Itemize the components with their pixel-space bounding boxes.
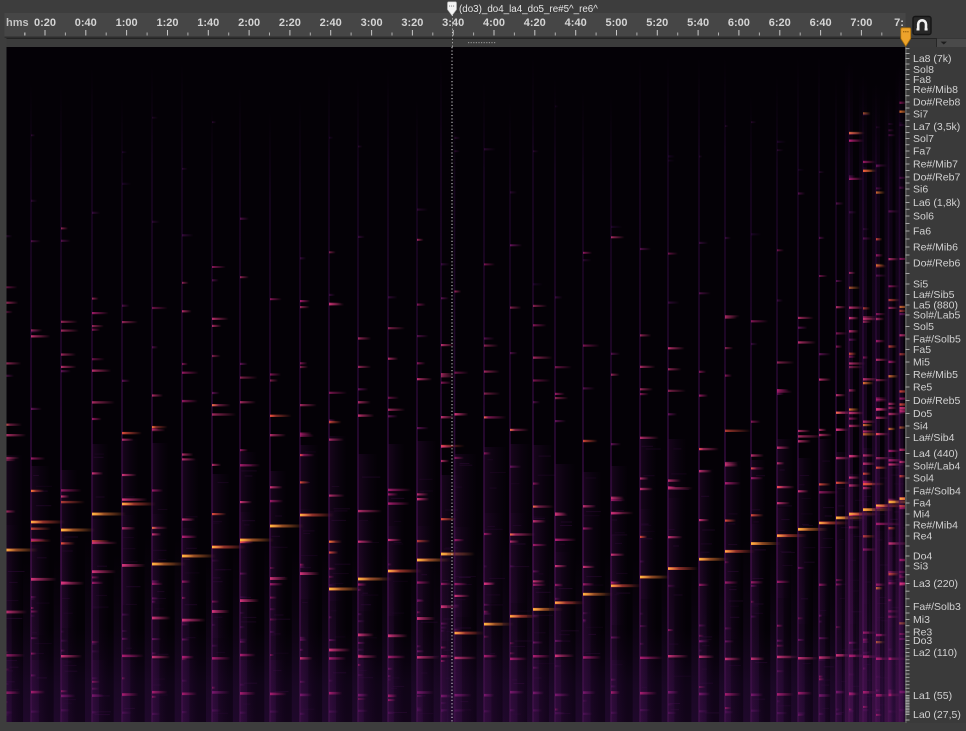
svg-text:Fa#/Solb3: Fa#/Solb3 [913, 601, 961, 613]
svg-text:7:: 7: [894, 17, 904, 29]
svg-text:3:40: 3:40 [442, 17, 464, 29]
svg-text:2:00: 2:00 [238, 17, 260, 29]
svg-text:Re#/Mib5: Re#/Mib5 [913, 369, 958, 381]
svg-text:Do5: Do5 [913, 408, 932, 420]
svg-text:Fa7: Fa7 [913, 146, 931, 158]
svg-text:La4 (440): La4 (440) [913, 448, 958, 460]
svg-text:3:20: 3:20 [401, 17, 423, 29]
svg-text:4:20: 4:20 [524, 17, 546, 29]
svg-text:Sol#/Lab4: Sol#/Lab4 [913, 461, 960, 473]
svg-text:7:00: 7:00 [850, 17, 872, 29]
svg-text:0:40: 0:40 [75, 17, 97, 29]
svg-text:La1 (55): La1 (55) [913, 690, 952, 702]
svg-text:Mi3: Mi3 [913, 614, 930, 626]
svg-text:1:40: 1:40 [197, 17, 219, 29]
svg-text:Sol4: Sol4 [913, 473, 934, 485]
svg-text:0:20: 0:20 [34, 17, 56, 29]
svg-text:3:00: 3:00 [361, 17, 383, 29]
svg-text:Mi5: Mi5 [913, 357, 930, 369]
svg-text:La3 (220): La3 (220) [913, 578, 958, 590]
svg-text:6:00: 6:00 [728, 17, 750, 29]
svg-text:Fa5: Fa5 [913, 344, 931, 356]
svg-text:La7 (3,5k): La7 (3,5k) [913, 121, 960, 133]
svg-text:Si4: Si4 [913, 421, 928, 433]
svg-text:Sol7: Sol7 [913, 133, 934, 145]
svg-text:La0 (27,5): La0 (27,5) [913, 709, 961, 721]
svg-text:Si7: Si7 [913, 109, 928, 121]
svg-text:Fa#/Solb4: Fa#/Solb4 [913, 486, 961, 498]
svg-text:Do#/Reb7: Do#/Reb7 [913, 172, 960, 184]
svg-text:6:40: 6:40 [810, 17, 832, 29]
svg-text:Re5: Re5 [913, 382, 932, 394]
svg-text:La6 (1,8k): La6 (1,8k) [913, 197, 960, 209]
svg-text:4:00: 4:00 [483, 17, 505, 29]
svg-text:Do3: Do3 [913, 635, 932, 647]
svg-text:5:40: 5:40 [687, 17, 709, 29]
svg-text:La2 (110): La2 (110) [913, 647, 957, 659]
svg-text:Fa6: Fa6 [913, 226, 931, 238]
svg-text:Sol5: Sol5 [913, 321, 934, 333]
svg-text:1:20: 1:20 [156, 17, 178, 29]
svg-text:Si3: Si3 [913, 561, 928, 573]
svg-text:Re#/Mib6: Re#/Mib6 [913, 242, 958, 254]
svg-text:5:00: 5:00 [605, 17, 627, 29]
svg-text:Sol#/Lab5: Sol#/Lab5 [913, 310, 960, 322]
svg-text:Sol6: Sol6 [913, 211, 934, 223]
svg-text:1:00: 1:00 [116, 17, 138, 29]
svg-text:2:20: 2:20 [279, 17, 301, 29]
svg-text:Do#/Reb5: Do#/Reb5 [913, 395, 960, 407]
svg-text:6:20: 6:20 [769, 17, 791, 29]
svg-text:Do#/Reb8: Do#/Reb8 [913, 97, 960, 109]
svg-text:Si6: Si6 [913, 184, 928, 196]
svg-text:Re#/Mib7: Re#/Mib7 [913, 159, 958, 171]
svg-text:5:20: 5:20 [646, 17, 668, 29]
svg-text:(do3)_do4_la4_do5_re#5^_re6^: (do3)_do4_la4_do5_re#5^_re6^ [459, 4, 598, 15]
svg-text:hms: hms [6, 17, 29, 29]
svg-text:Re4: Re4 [913, 531, 932, 543]
svg-text:La#/Sib4: La#/Sib4 [913, 432, 955, 444]
svg-text:4:40: 4:40 [565, 17, 587, 29]
svg-text:2:40: 2:40 [320, 17, 342, 29]
svg-text:Re#/Mib8: Re#/Mib8 [913, 84, 958, 96]
svg-text:Do#/Reb6: Do#/Reb6 [913, 258, 960, 270]
